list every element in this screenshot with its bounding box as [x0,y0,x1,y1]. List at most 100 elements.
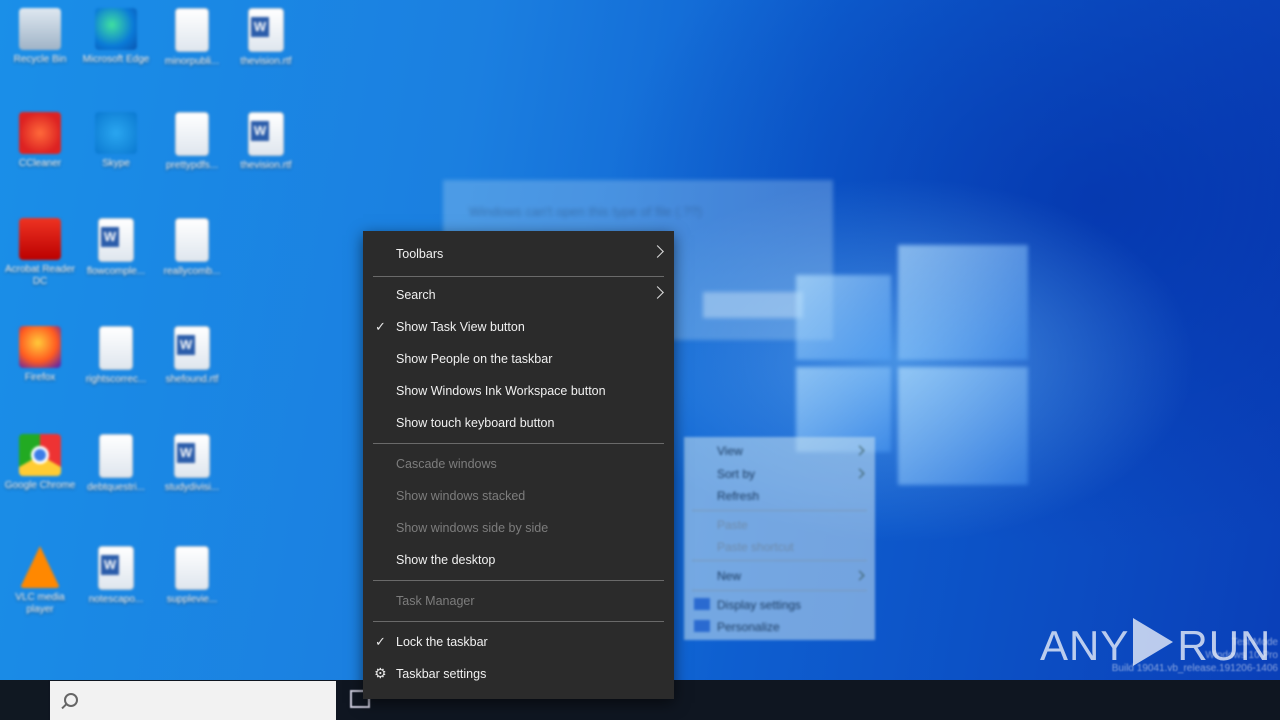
desktop-icon-ccleaner[interactable]: CCleaner [4,112,76,170]
menu-item-label: Show Windows Ink Workspace button [396,384,606,398]
menu-item-search[interactable]: Search [363,280,674,310]
desktop-icon-recycle-bin[interactable]: Recycle Bin [4,8,76,66]
menu-item-cascade-windows: Cascade windows [363,449,674,479]
menu-item-label: Lock the taskbar [396,635,488,649]
checkmark-icon: ✓ [375,319,386,334]
desktop-icon-label: supplevie... [166,594,218,605]
menu-item-show-ink-workspace[interactable]: Show Windows Ink Workspace button [363,376,674,406]
menu-separator [373,276,664,277]
taskbar-search-box[interactable] [50,681,336,720]
personalize-icon [694,620,710,632]
desktop-icon-file[interactable]: thevision.rtf [230,8,302,68]
search-icon [64,693,78,707]
menu-item-lock-taskbar[interactable]: ✓ Lock the taskbar [363,627,674,657]
desktop-icon-vlc[interactable]: VLC media player [4,546,76,616]
desktop-icon-file[interactable]: thevision.rtf [230,112,302,172]
menu-item-label: Search [396,288,436,302]
ccleaner-icon [19,112,61,154]
desktop-icon-file[interactable]: supplevie... [156,546,228,606]
menu-item-label: Paste shortcut [717,540,794,554]
menu-item-show-task-view[interactable]: ✓ Show Task View button [363,312,674,342]
desktop-icon-file[interactable]: reallycomb... [156,218,228,278]
menu-item-show-windows-stacked: Show windows stacked [363,481,674,511]
desktop-icon-skype[interactable]: Skype [80,112,152,170]
menu-item-show-desktop[interactable]: Show the desktop [363,545,674,575]
desktop-menu-paste: Paste [684,514,875,536]
desktop-menu-paste-shortcut: Paste shortcut [684,536,875,558]
desktop-icon-label: Google Chrome [4,480,76,491]
menu-item-label: Task Manager [396,594,475,608]
firefox-icon [19,326,61,368]
document-icon [175,8,209,52]
menu-item-label: Show touch keyboard button [396,416,555,430]
desktop-icon-file[interactable]: rightscorrec... [80,326,152,386]
desktop-menu-refresh[interactable]: Refresh [684,485,875,507]
menu-item-show-people[interactable]: Show People on the taskbar [363,344,674,374]
desktop-icon-file[interactable]: minorpubli... [156,8,228,68]
document-icon [175,112,209,156]
build-info-line: Test Mode [1231,637,1278,648]
menu-item-task-manager: Task Manager [363,586,674,616]
desktop-icon-acrobat[interactable]: Acrobat Reader DC [4,218,76,288]
desktop-icon-firefox[interactable]: Firefox [4,326,76,384]
menu-separator [692,510,867,511]
desktop-menu-view[interactable]: View [684,440,875,462]
menu-item-label: Toolbars [396,247,444,261]
desktop-icon-label: reallycomb... [163,266,221,277]
chevron-right-icon [651,245,664,258]
desktop-icon-file[interactable]: shefound.rtf [156,326,228,386]
menu-item-label: Taskbar settings [396,667,487,681]
start-button[interactable] [0,680,48,720]
desktop-icon-label: shefound.rtf [165,374,219,385]
chevron-right-icon [854,570,865,581]
desktop-icon-chrome[interactable]: Google Chrome [4,434,76,492]
menu-item-label: Sort by [717,467,756,481]
document-icon [99,434,133,478]
desktop-icon-file[interactable]: prettypdfs... [156,112,228,172]
desktop-icon-label: flowcomple... [86,266,146,277]
display-icon [694,598,710,610]
menu-item-taskbar-settings[interactable]: ⚙ Taskbar settings [363,659,674,689]
word-icon [98,546,134,590]
build-info-line: Windows 10 Pro [1205,650,1278,661]
edge-icon [95,8,137,50]
desktop-icon-label: rightscorrec... [85,374,147,385]
desktop-icon-label: prettypdfs... [165,160,219,171]
build-info-line: Build 19041.vb_release.191206-1406 [1111,663,1278,674]
desktop-menu-sort-by[interactable]: Sort by [684,463,875,485]
menu-item-show-windows-side-by-side: Show windows side by side [363,513,674,543]
menu-item-toolbars[interactable]: Toolbars [363,239,674,269]
chevron-right-icon [651,286,664,299]
word-icon [174,434,210,478]
desktop-icon-label: notescapo... [88,594,144,605]
desktop-icon-label: Recycle Bin [13,54,67,65]
acrobat-icon [19,218,61,260]
word-icon [174,326,210,370]
desktop-icon-label: Microsoft Edge [82,54,150,65]
menu-item-label: Personalize [717,620,780,634]
menu-separator [373,443,664,444]
desktop-icon-label: thevision.rtf [240,56,292,67]
desktop-icon-label: debtquestri... [87,482,145,493]
desktop-icon-label: studydivisi... [164,482,220,493]
desktop-icon-label: minorpubli... [164,56,220,67]
desktop-menu-display-settings[interactable]: Display settings [684,594,875,616]
menu-item-show-touch-keyboard[interactable]: Show touch keyboard button [363,408,674,438]
desktop-icon-file[interactable]: debtquestri... [80,434,152,494]
menu-item-label: Show windows side by side [396,521,549,535]
menu-item-label: Show People on the taskbar [396,352,553,366]
desktop-menu-personalize[interactable]: Personalize [684,616,875,638]
desktop-menu-new[interactable]: New [684,565,875,587]
word-icon [248,112,284,156]
document-icon [175,218,209,262]
desktop-icon-file[interactable]: studydivisi... [156,434,228,494]
desktop-icon-label: Skype [102,158,130,169]
desktop-icon-file[interactable]: notescapo... [80,546,152,606]
menu-separator [692,590,867,591]
desktop-icon-file[interactable]: flowcomple... [80,218,152,278]
chevron-right-icon [854,468,865,479]
desktop-icon-edge[interactable]: Microsoft Edge [80,8,152,66]
desktop-icon-label: CCleaner [18,158,62,169]
desktop-context-menu: View Sort by Refresh Paste Paste shortcu… [684,437,875,640]
chrome-icon [19,434,61,476]
